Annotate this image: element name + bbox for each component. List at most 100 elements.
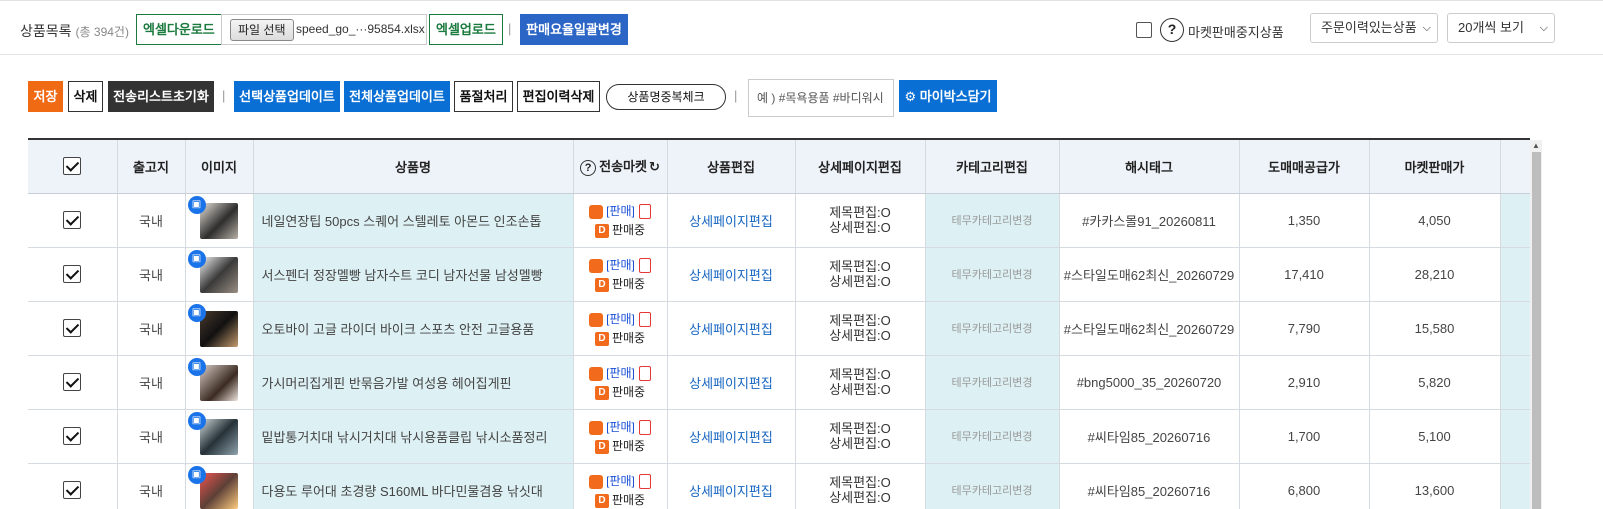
detail-page-edit-link[interactable]: 상세페이지편집 bbox=[667, 409, 796, 464]
market-price-cell: 28,210 bbox=[1369, 247, 1501, 302]
sell-tag[interactable]: [판매] bbox=[606, 258, 635, 272]
warehouse-cell: 국내 bbox=[117, 247, 186, 302]
excel-upload-button[interactable]: 엑셀업로드 bbox=[429, 14, 503, 45]
order-filter-select[interactable]: 주문이력있는상품 ⌵ bbox=[1310, 13, 1438, 43]
category-change-button[interactable]: 테무카테고리변경 bbox=[925, 409, 1060, 464]
coupang-logo-icon bbox=[589, 420, 604, 435]
delete-button[interactable]: 삭제 bbox=[68, 81, 103, 112]
scroll-up-icon[interactable]: ▲ bbox=[1530, 140, 1542, 152]
row-checkbox[interactable] bbox=[63, 319, 82, 337]
table-row[interactable]: 국내 ▣ 가시머리집게핀 반묶음가발 여성용 헤어집게핀 [판매] D 판매중 상… bbox=[28, 355, 1530, 410]
wholesale-price-cell: 6,800 bbox=[1239, 463, 1370, 509]
row-select-cell[interactable] bbox=[28, 301, 118, 356]
document-icon[interactable] bbox=[638, 258, 651, 274]
divider: | bbox=[508, 21, 512, 36]
product-name-cell[interactable]: 가시머리집게핀 반묶음가발 여성용 헤어집게핀 bbox=[253, 355, 574, 410]
market-price-cell: 5,820 bbox=[1369, 355, 1501, 410]
detail-edit-status: 상세편집:O bbox=[829, 220, 891, 235]
coupang-logo-icon bbox=[589, 474, 604, 489]
delete-history-button[interactable]: 편집이력삭제 bbox=[517, 81, 600, 112]
category-change-button[interactable]: 테무카테고리변경 bbox=[925, 193, 1060, 248]
file-select-button[interactable]: 파일 선택 bbox=[230, 19, 294, 41]
document-icon[interactable] bbox=[638, 204, 651, 220]
table-row[interactable]: 국내 ▣ 다용도 루어대 초경량 S160ML 바다민물겸용 낚싯대 [판매] … bbox=[28, 463, 1530, 509]
table-row[interactable]: 국내 ▣ 서스펜더 정장멜빵 남자수트 코디 남자선물 남성멜빵 [판매] D판… bbox=[28, 247, 1530, 302]
select-all-checkbox[interactable] bbox=[63, 157, 82, 176]
product-name-cell[interactable]: 오토바이 고글 라이더 바이크 스포츠 안전 고글용품 bbox=[253, 301, 574, 356]
market-header: ? 전송마켓 ↻ bbox=[573, 140, 668, 194]
box-badge-icon: ▣ bbox=[187, 411, 206, 430]
select-all-header[interactable] bbox=[28, 140, 118, 194]
excel-download-button[interactable]: 엑셀다운로드 bbox=[136, 14, 222, 45]
detail-page-edit-link[interactable]: 상세페이지편집 bbox=[667, 301, 796, 356]
table-row[interactable]: 국내 ▣ 오토바이 고글 라이더 바이크 스포츠 안전 고글용품 [판매] D판… bbox=[28, 301, 1530, 356]
row-select-cell[interactable] bbox=[28, 463, 118, 509]
stopped-products-checkbox[interactable] bbox=[1136, 22, 1152, 38]
update-selected-button[interactable]: 선택상품업데이트 bbox=[234, 81, 340, 112]
category-change-button[interactable]: 테무카테고리변경 bbox=[925, 301, 1060, 356]
update-all-button[interactable]: 전체상품업데이트 bbox=[344, 81, 450, 112]
total-count: (총 394건) bbox=[75, 25, 129, 39]
row-checkbox[interactable] bbox=[63, 427, 82, 445]
soldout-button[interactable]: 품절처리 bbox=[454, 81, 513, 112]
file-input[interactable]: 파일 선택 speed_go_···95854.xlsx bbox=[221, 14, 427, 45]
market-cell: [판매] D 판매중 bbox=[573, 355, 668, 410]
scrollbar-thumb[interactable] bbox=[1532, 152, 1541, 509]
row-select-cell[interactable] bbox=[28, 193, 118, 248]
stopped-products-label: 마켓판매중지상품 bbox=[1188, 25, 1284, 40]
warehouse-cell: 국내 bbox=[117, 409, 186, 464]
page-size-select[interactable]: 20개씩 보기 ⌵ bbox=[1447, 13, 1555, 43]
help-icon[interactable]: ? bbox=[1160, 18, 1184, 42]
market-cell: [판매] D 판매중 bbox=[573, 301, 668, 356]
product-name-cell[interactable]: 다용도 루어대 초경량 S160ML 바다민물겸용 낚싯대 bbox=[253, 463, 574, 509]
row-select-cell[interactable] bbox=[28, 355, 118, 410]
mybox-add-button[interactable]: ⚙ 마이박스담기 bbox=[899, 80, 997, 112]
row-checkbox[interactable] bbox=[63, 481, 82, 499]
row-select-cell[interactable] bbox=[28, 247, 118, 302]
warehouse-cell: 국내 bbox=[117, 193, 186, 248]
detail-page-edit-link[interactable]: 상세페이지편집 bbox=[667, 193, 796, 248]
sell-status: 판매중 bbox=[611, 277, 646, 291]
bulk-rate-change-button[interactable]: 판매요율일괄변경 bbox=[520, 14, 628, 45]
box-badge-icon: ▣ bbox=[187, 465, 206, 484]
sell-tag[interactable]: [판매] bbox=[606, 420, 635, 434]
duplicate-name-check-button[interactable]: 상품명중복체크 bbox=[606, 84, 726, 110]
detail-page-edit-link[interactable]: 상세페이지편집 bbox=[667, 355, 796, 410]
sell-tag[interactable]: [판매] bbox=[606, 204, 635, 218]
detail-page-edit-link[interactable]: 상세페이지편집 bbox=[667, 463, 796, 509]
wholesale-price-cell: 1,350 bbox=[1239, 193, 1370, 248]
document-icon[interactable] bbox=[638, 366, 651, 382]
coupang-logo-icon bbox=[589, 204, 604, 219]
table-row[interactable]: 국내 ▣ 밑밥통거치대 낚시거치대 낚시용품클립 낚시소품정리 [판매] D 판매… bbox=[28, 409, 1530, 464]
category-change-button[interactable]: 테무카테고리변경 bbox=[925, 355, 1060, 410]
reset-list-button[interactable]: 전송리스트초기화 bbox=[108, 81, 214, 112]
row-checkbox[interactable] bbox=[63, 265, 82, 283]
product-name-cell[interactable]: 서스펜더 정장멜빵 남자수트 코디 남자선물 남성멜빵 bbox=[253, 247, 574, 302]
market-price-cell: 4,050 bbox=[1369, 193, 1501, 248]
save-button[interactable]: 저장 bbox=[28, 81, 63, 112]
help-icon[interactable]: ? bbox=[580, 160, 597, 177]
hashtag-input[interactable]: 예 ) #목욕용품 #바디워시 bbox=[748, 79, 894, 117]
document-icon[interactable] bbox=[638, 420, 651, 436]
detail-page-edit-link[interactable]: 상세페이지편집 bbox=[667, 247, 796, 302]
sell-tag[interactable]: [판매] bbox=[606, 366, 635, 380]
document-icon[interactable] bbox=[638, 312, 651, 328]
sell-tag[interactable]: [판매] bbox=[606, 474, 635, 488]
product-name-cell[interactable]: 밑밥통거치대 낚시거치대 낚시용품클립 낚시소품정리 bbox=[253, 409, 574, 464]
sell-tag[interactable]: [판매] bbox=[606, 312, 635, 326]
category-change-button[interactable]: 테무카테고리변경 bbox=[925, 463, 1060, 509]
row-checkbox[interactable] bbox=[63, 211, 82, 229]
page-size-value: 20개씩 보기 bbox=[1458, 20, 1524, 35]
row-select-cell[interactable] bbox=[28, 409, 118, 464]
document-icon[interactable] bbox=[638, 474, 651, 490]
box-badge-icon: ▣ bbox=[187, 249, 206, 268]
table-row[interactable]: 국내 ▣ 네일연장팁 50pcs 스퀘어 스텔레토 아몬드 인조손톱 [판매] … bbox=[28, 193, 1530, 248]
row-checkbox[interactable] bbox=[63, 373, 82, 391]
image-cell: ▣ bbox=[185, 247, 254, 302]
file-name: speed_go_···95854.xlsx bbox=[296, 22, 425, 36]
refresh-icon[interactable]: ↻ bbox=[649, 159, 660, 175]
category-change-button[interactable]: 테무카테고리변경 bbox=[925, 247, 1060, 302]
hashtag-cell: #스타일도매62최신_20260729 bbox=[1059, 301, 1240, 356]
wholesale-price-cell: 1,700 bbox=[1239, 409, 1370, 464]
product-name-cell[interactable]: 네일연장팁 50pcs 스퀘어 스텔레토 아몬드 인조손톱 bbox=[253, 193, 574, 248]
